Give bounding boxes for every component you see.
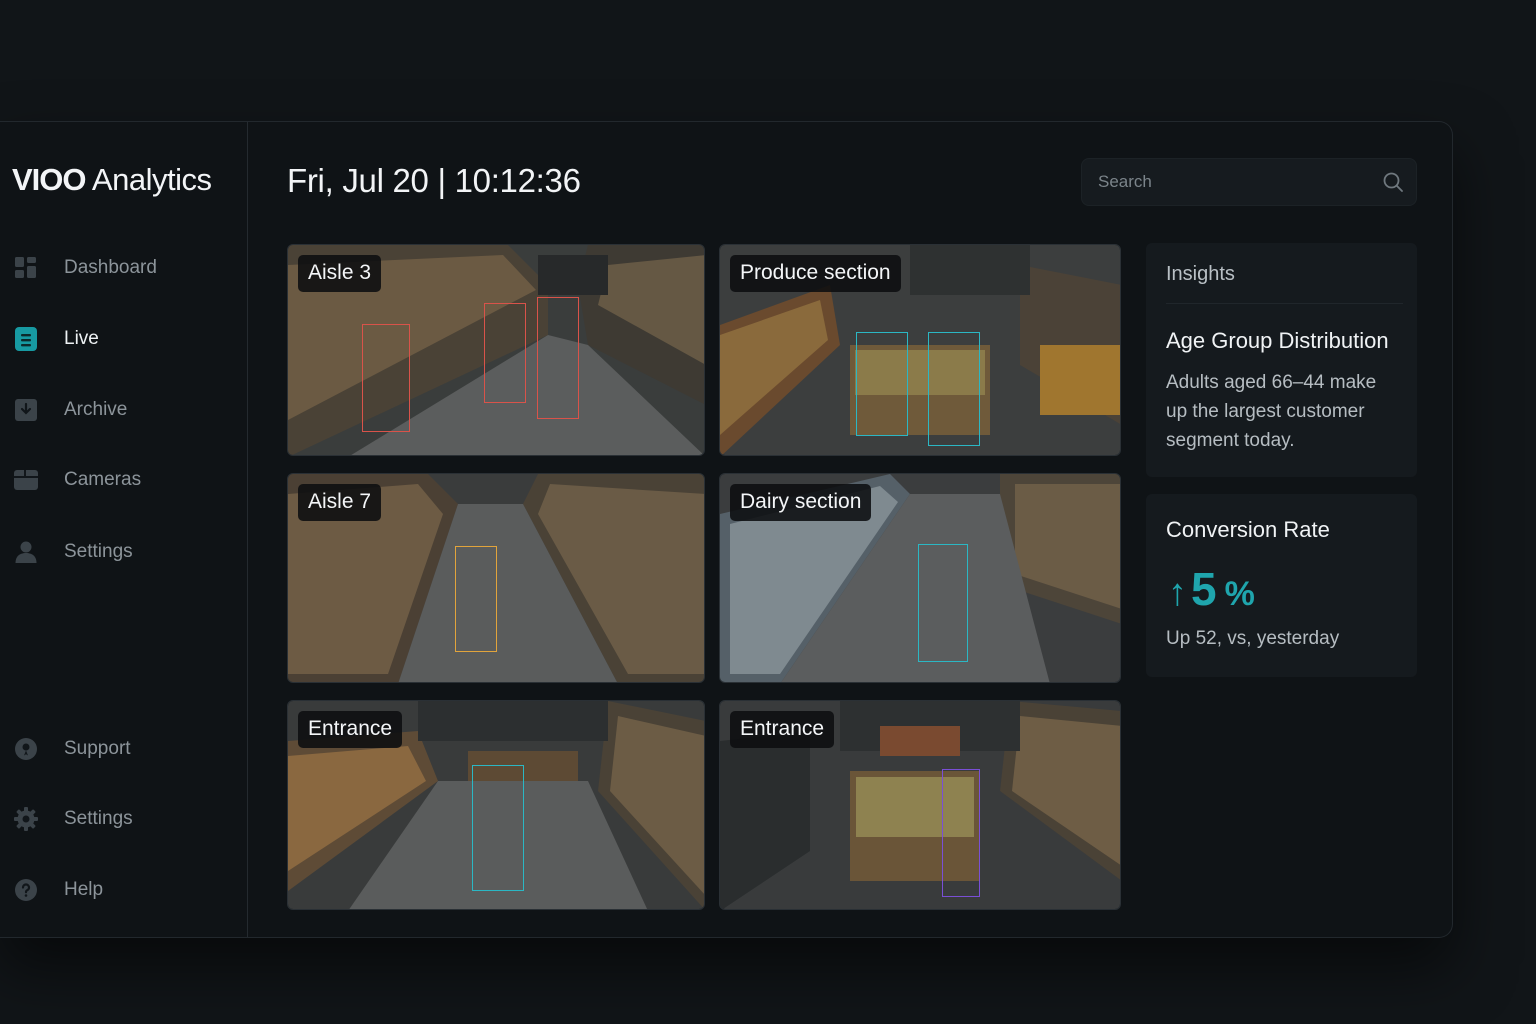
detection-box	[918, 544, 968, 662]
nav-label: Dashboard	[64, 257, 157, 278]
conversion-unit: %	[1224, 575, 1255, 613]
detection-box	[472, 765, 524, 891]
nav-label: Settings	[64, 808, 133, 829]
conversion-metric: ↑ 5 %	[1168, 562, 1255, 616]
camera-feed-entrance-2[interactable]: Entrance	[719, 700, 1121, 910]
feed-label: Aisle 3	[298, 255, 382, 292]
conversion-card: Conversion Rate ↑ 5 % Up 52, vs, yesterd…	[1146, 494, 1417, 677]
sidebar: VIOO Analytics Dashboard Live Archive Ca…	[0, 122, 248, 937]
gear-icon	[12, 805, 40, 833]
live-icon	[12, 325, 40, 353]
camera-feed-dairy-section[interactable]: Dairy section	[719, 473, 1121, 683]
nav-item-settings[interactable]: Settings	[12, 532, 232, 572]
camera-icon	[12, 466, 40, 494]
camera-feed-aisle-3[interactable]: Aisle 3	[287, 244, 705, 456]
detection-box	[928, 332, 980, 446]
arrow-up-icon: ↑	[1168, 572, 1187, 614]
camera-feed-aisle-7[interactable]: Aisle 7	[287, 473, 705, 683]
search-input[interactable]	[1098, 172, 1368, 192]
detection-box	[362, 324, 410, 432]
feed-label: Aisle 7	[298, 484, 382, 521]
detection-box	[484, 303, 526, 403]
current-datetime: Fri, Jul 20 | 10:12:36	[287, 162, 581, 199]
feed-label: Dairy section	[730, 484, 872, 521]
age-distribution-title: Age Group Distribution	[1166, 328, 1389, 353]
detection-box	[942, 769, 980, 897]
app-window: VIOO Analytics Dashboard Live Archive Ca…	[0, 121, 1453, 938]
grid-icon	[12, 254, 40, 282]
detection-box	[537, 297, 579, 419]
nav-item-archive[interactable]: Archive	[12, 390, 232, 430]
brand-logo: VIOO Analytics	[12, 162, 212, 197]
nav-label: Archive	[64, 399, 128, 420]
nav-label: Settings	[64, 541, 133, 562]
search-icon[interactable]	[1382, 171, 1404, 198]
archive-icon	[12, 396, 40, 424]
feed-label: Entrance	[730, 711, 835, 748]
insights-heading: Insights	[1166, 263, 1235, 285]
feed-label: Produce section	[730, 255, 901, 292]
nav-label: Cameras	[64, 469, 142, 490]
nav-label: Help	[64, 879, 104, 900]
support-icon	[12, 735, 40, 763]
nav-label: Support	[64, 738, 131, 759]
nav-item-support[interactable]: Support	[12, 729, 232, 769]
age-distribution-text: Adults aged 66–44 make up the largest cu…	[1166, 372, 1377, 451]
detection-box	[856, 332, 908, 436]
divider	[1166, 303, 1403, 304]
nav-item-help[interactable]: Help	[12, 870, 232, 910]
feed-label: Entrance	[298, 711, 403, 748]
conversion-value: 5	[1191, 563, 1217, 615]
help-icon	[12, 876, 40, 904]
conversion-title: Conversion Rate	[1166, 517, 1330, 542]
camera-feed-entrance-1[interactable]: Entrance	[287, 700, 705, 910]
user-icon	[12, 538, 40, 566]
detection-box	[455, 546, 497, 652]
nav-item-cameras[interactable]: Cameras	[12, 460, 232, 500]
insights-card: Insights Age Group Distribution Adults a…	[1146, 243, 1417, 477]
search-bar[interactable]	[1081, 158, 1417, 206]
nav-item-dashboard[interactable]: Dashboard	[12, 248, 232, 288]
nav-label: Live	[64, 328, 99, 349]
conversion-comparison: Up 52, vs, yesterday	[1166, 628, 1340, 649]
nav-item-live[interactable]: Live	[12, 319, 232, 359]
nav-item-settings-secondary[interactable]: Settings	[12, 799, 232, 839]
camera-feed-produce-section[interactable]: Produce section	[719, 244, 1121, 456]
